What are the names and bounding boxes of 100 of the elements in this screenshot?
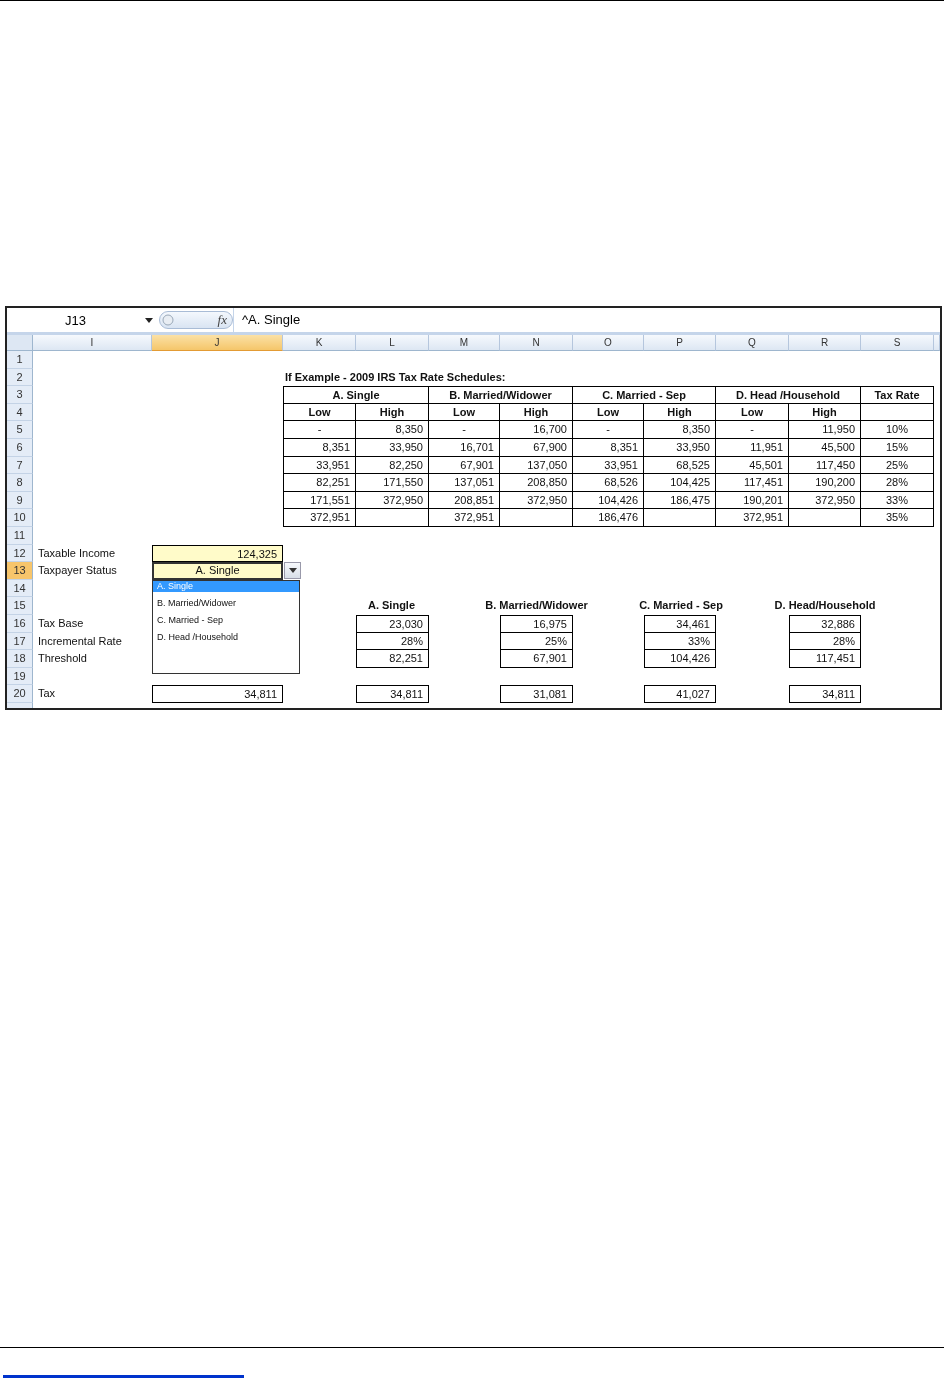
table-cell: 186,476 (573, 509, 644, 527)
column-heading[interactable]: J (152, 335, 283, 351)
group-header: D. Head /Household (716, 386, 861, 404)
name-box[interactable]: J13 (7, 312, 145, 328)
formula-field[interactable]: ^A. Single (233, 308, 940, 332)
total-cell: 31,081 (500, 685, 573, 703)
table-cell: 372,951 (283, 509, 356, 527)
table-cell: 372,951 (429, 509, 500, 527)
row-heading[interactable]: 20 (7, 685, 33, 703)
column-header: Low (573, 403, 644, 422)
column-header: Low (429, 403, 500, 422)
table-cell: 104,426 (644, 650, 716, 668)
group-header: A. Single (283, 386, 429, 404)
table-cell: 171,551 (283, 491, 356, 510)
table-cell: 33,951 (283, 456, 356, 475)
column-heading[interactable]: N (500, 335, 573, 351)
table-cell: 372,950 (356, 491, 429, 510)
table-cell: 16,975 (500, 614, 573, 633)
table-cell: 25% (861, 456, 934, 475)
row-heading[interactable]: 18 (7, 650, 33, 668)
column-heading[interactable]: I (33, 335, 152, 351)
row-label: Tax (37, 686, 57, 702)
table-cell: - (283, 421, 356, 439)
table-cell: 171,550 (356, 474, 429, 492)
table-cell: 104,425 (644, 474, 716, 492)
row-label: Threshold (37, 651, 88, 667)
table-cell: 32,886 (789, 614, 861, 633)
empty-cell (644, 509, 716, 527)
column-heading[interactable]: L (356, 335, 429, 351)
status-cell[interactable]: A. Single (152, 562, 283, 580)
dropdown-option[interactable]: D. Head /Household (153, 631, 299, 643)
table-cell: 33% (644, 632, 716, 651)
table-cell: - (429, 421, 500, 439)
table-cell: 45,500 (789, 438, 861, 457)
table-cell: 8,350 (644, 421, 716, 439)
table-cell: 28% (861, 474, 934, 492)
row-heading[interactable]: 10 (7, 509, 33, 527)
row-heading[interactable]: 8 (7, 474, 33, 492)
table-cell: 67,901 (500, 650, 573, 668)
dropdown-option[interactable]: C. Married - Sep (153, 614, 299, 626)
table-cell: 33,950 (644, 438, 716, 457)
column-header: High (644, 403, 716, 422)
dropdown-button[interactable] (284, 562, 301, 580)
table-cell: 16,700 (500, 421, 573, 439)
table-cell: 23,030 (356, 614, 429, 633)
table-cell: 372,951 (716, 509, 789, 527)
table-cell: 8,351 (283, 438, 356, 457)
row-label: Incremental Rate (37, 633, 123, 649)
table-cell: 28% (356, 632, 429, 651)
column-header: Tax Rate (861, 386, 934, 404)
column-header: High (789, 403, 861, 422)
table-cell: 117,451 (789, 650, 861, 668)
row-heading[interactable]: 5 (7, 421, 33, 439)
column-heading[interactable]: P (644, 335, 716, 351)
table-cell: 15% (861, 438, 934, 457)
table-cell: 190,201 (716, 491, 789, 510)
dropdown-option[interactable]: B. Married/Widower (153, 597, 299, 609)
row-heading[interactable]: 15 (7, 597, 33, 615)
table-cell: 137,051 (429, 474, 500, 492)
table-cell: 117,450 (789, 456, 861, 475)
table-cell: 8,350 (356, 421, 429, 439)
table-cell: 186,475 (644, 491, 716, 510)
table-cell: 25% (500, 632, 573, 651)
total-cell: 34,811 (789, 685, 861, 703)
row-heading[interactable]: 1 (7, 351, 33, 369)
table-cell: 34,461 (644, 614, 716, 633)
column-heading[interactable]: S (861, 335, 934, 351)
formula-bar-widget[interactable]: fx (159, 311, 233, 329)
total-cell: 34,811 (152, 685, 283, 703)
row-heading[interactable]: 3 (7, 386, 33, 404)
row-heading[interactable]: 13 (7, 562, 33, 580)
table-cell: 372,950 (500, 491, 573, 510)
table-cell: 372,950 (789, 491, 861, 510)
input-cell: 124,325 (152, 544, 283, 563)
group-header: B. Married/Widower (429, 386, 573, 404)
table-cell: 11,950 (789, 421, 861, 439)
table-cell: 68,525 (644, 456, 716, 475)
column-heading[interactable]: M (429, 335, 500, 351)
column-header: C. Married - Sep (638, 598, 724, 614)
table-title: If Example - 2009 IRS Tax Rate Schedules: (284, 369, 507, 385)
table-cell: 208,851 (429, 491, 500, 510)
table-cell: 16,701 (429, 438, 500, 457)
column-heading[interactable]: O (573, 335, 644, 351)
column-header: High (356, 403, 429, 422)
table-cell: 33,951 (573, 456, 644, 475)
column-header: A. Single (366, 598, 417, 614)
table-cell: 28% (789, 632, 861, 651)
caret-icon[interactable] (145, 317, 153, 323)
column-heading[interactable]: R (789, 335, 861, 351)
function-icon[interactable]: fx (217, 312, 227, 328)
column-header: B. Married/Widower (484, 598, 589, 614)
table-cell: 82,250 (356, 456, 429, 475)
table-cell: - (716, 421, 789, 439)
column-heading[interactable]: Q (716, 335, 789, 351)
caret-icon[interactable] (288, 568, 297, 574)
column-header: High (500, 403, 573, 422)
column-heading[interactable]: K (283, 335, 356, 351)
table-cell: 67,900 (500, 438, 573, 457)
column-header: Low (283, 403, 356, 422)
group-header: C. Married - Sep (573, 386, 716, 404)
